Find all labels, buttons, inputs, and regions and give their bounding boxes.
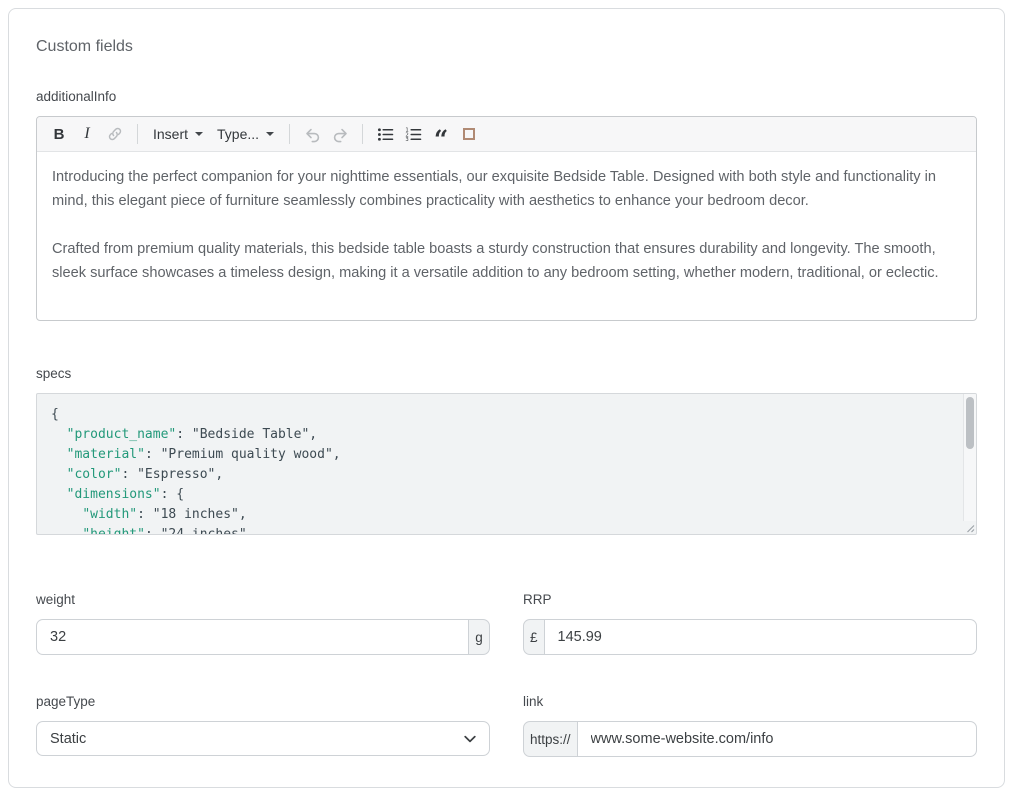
rrp-input[interactable]: [544, 619, 977, 655]
bold-button[interactable]: B: [45, 120, 73, 148]
scrollbar[interactable]: [963, 394, 976, 521]
page-type-field: pageType Static: [36, 694, 490, 757]
insert-dropdown[interactable]: Insert: [146, 120, 210, 148]
type-dropdown[interactable]: Type...: [210, 120, 281, 148]
link-label: link: [523, 694, 977, 709]
page-type-label: pageType: [36, 694, 490, 709]
bullet-list-button[interactable]: [371, 120, 399, 148]
weight-unit-addon: g: [468, 619, 490, 655]
weight-input-group: g: [36, 619, 490, 655]
link-input-group: https://: [523, 721, 977, 757]
page-type-selected-value: Static: [50, 731, 86, 747]
toolbar-divider: [362, 124, 363, 144]
rrp-currency-addon: £: [523, 619, 545, 655]
page-title: Custom fields: [36, 38, 977, 56]
scrollbar-thumb[interactable]: [966, 397, 974, 449]
link-protocol-addon: https://: [523, 721, 578, 757]
blockquote-icon: “: [434, 135, 448, 145]
numbered-list-button[interactable]: 1 2 3: [399, 120, 427, 148]
undo-icon: [303, 125, 322, 144]
insert-dropdown-label: Insert: [153, 126, 188, 142]
redo-button[interactable]: [326, 120, 354, 148]
weight-label: weight: [36, 592, 490, 607]
link-icon: [106, 125, 124, 143]
additional-info-label: additionalInfo: [36, 89, 977, 104]
anchor-button[interactable]: [455, 120, 483, 148]
chevron-down-icon: [266, 132, 274, 136]
rrp-field: RRP £: [523, 592, 977, 655]
custom-fields-card: Custom fields additionalInfo B I I: [8, 8, 1005, 788]
link-input[interactable]: [577, 721, 977, 757]
specs-field: specs { "product_name": "Bedside Table",…: [36, 366, 977, 535]
toolbar-divider: [137, 124, 138, 144]
redo-icon: [331, 125, 350, 144]
blockquote-button[interactable]: “: [427, 120, 455, 148]
link-field: link https://: [523, 694, 977, 757]
chevron-down-icon: [195, 132, 203, 136]
weight-field: weight g: [36, 592, 490, 655]
rrp-input-group: £: [523, 619, 977, 655]
rich-text-editor: B I Insert Type...: [36, 116, 977, 321]
page-type-select[interactable]: Static: [36, 721, 490, 756]
pagetype-link-row: pageType Static link https://: [36, 694, 977, 757]
numbered-list-icon: 1 2 3: [404, 125, 423, 144]
editor-content[interactable]: Introducing the perfect companion for yo…: [37, 152, 976, 320]
bullet-list-icon: [376, 125, 395, 144]
rrp-label: RRP: [523, 592, 977, 607]
editor-toolbar: B I Insert Type...: [37, 117, 976, 152]
toolbar-divider: [289, 124, 290, 144]
specs-code-textarea[interactable]: { "product_name": "Bedside Table", "mate…: [36, 393, 977, 535]
weight-input[interactable]: [36, 619, 469, 655]
italic-button[interactable]: I: [73, 120, 101, 148]
additional-info-field: additionalInfo B I Insert: [36, 89, 977, 321]
undo-button[interactable]: [298, 120, 326, 148]
resize-handle-icon[interactable]: [963, 521, 975, 533]
anchor-icon: [463, 128, 475, 140]
editor-paragraph: Crafted from premium quality materials, …: [52, 237, 961, 285]
svg-text:3: 3: [405, 137, 408, 143]
specs-label: specs: [36, 366, 977, 381]
specs-code-content: { "product_name": "Bedside Table", "mate…: [37, 394, 976, 535]
chevron-down-icon: [464, 735, 476, 743]
weight-rrp-row: weight g RRP £: [36, 592, 977, 655]
editor-paragraph: Introducing the perfect companion for yo…: [52, 165, 961, 213]
type-dropdown-label: Type...: [217, 126, 259, 142]
link-button[interactable]: [101, 120, 129, 148]
